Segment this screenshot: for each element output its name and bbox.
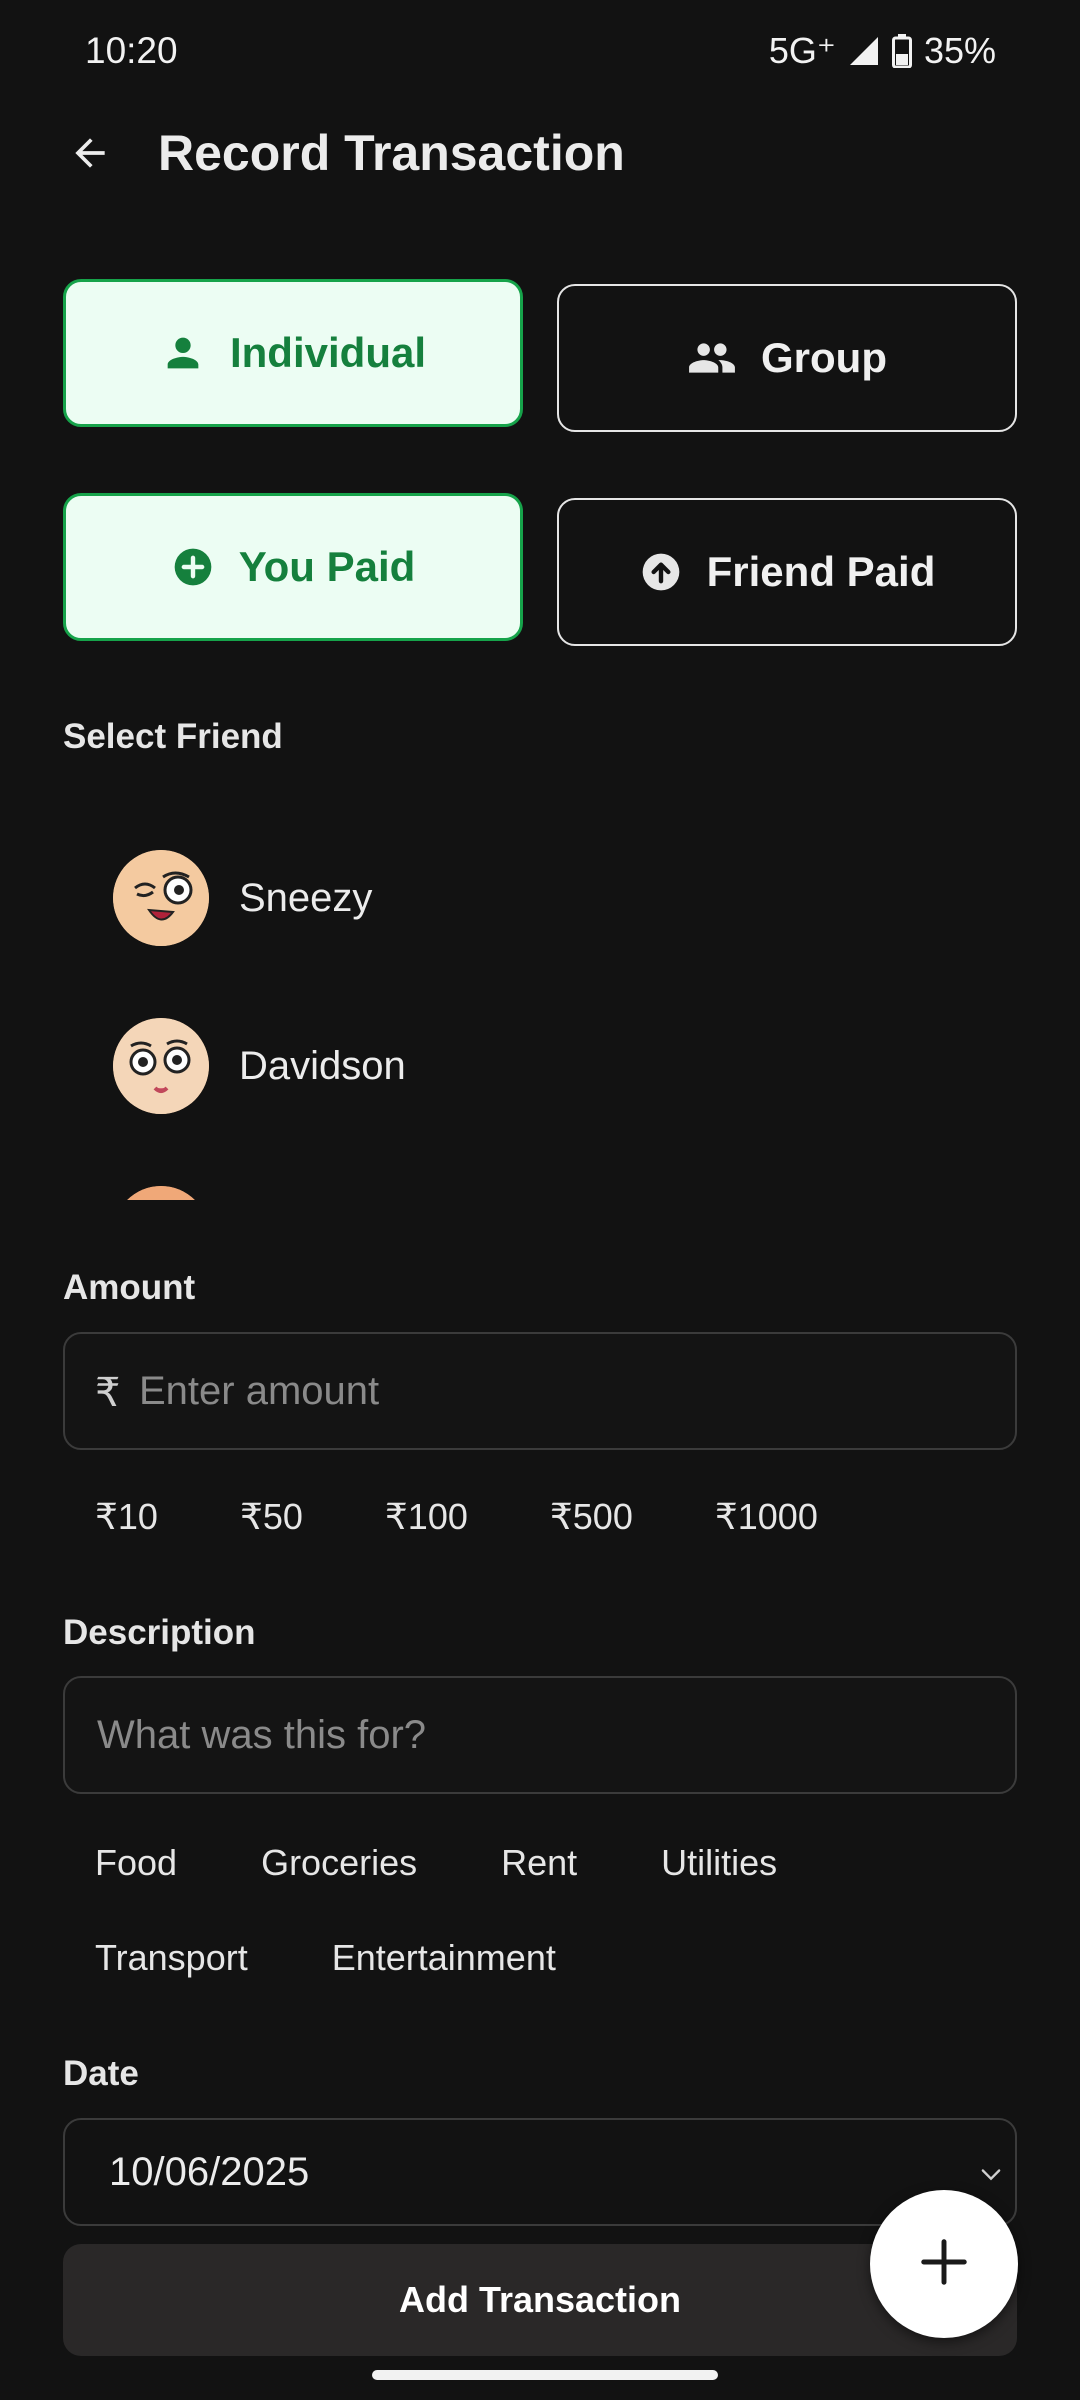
arrow-up-circle-icon bbox=[639, 550, 683, 594]
friend-item[interactable]: Sneezy bbox=[113, 838, 372, 958]
friend-paid-toggle[interactable]: Friend Paid bbox=[557, 498, 1017, 646]
network-label: 5G⁺ bbox=[768, 30, 836, 71]
individual-label: Individual bbox=[229, 329, 426, 376]
quick-amount-chip[interactable]: ₹1000 bbox=[665, 1480, 850, 1554]
friend-name: Davidson bbox=[239, 1043, 406, 1088]
description-suggestions: Food Groceries Rent Utilities bbox=[63, 1826, 809, 1900]
friend-paid-label: Friend Paid bbox=[706, 548, 936, 595]
amount-input[interactable] bbox=[139, 1334, 999, 1448]
avatar bbox=[113, 850, 209, 946]
plus-circle-icon bbox=[171, 545, 215, 589]
individual-toggle[interactable]: Individual bbox=[63, 279, 523, 427]
status-bar: 10:20 5G⁺ 35% bbox=[0, 0, 1080, 100]
person-icon bbox=[160, 330, 206, 376]
group-toggle[interactable]: Group bbox=[557, 284, 1017, 432]
group-icon bbox=[687, 333, 737, 383]
description-input[interactable] bbox=[97, 1678, 997, 1792]
battery-icon bbox=[891, 34, 912, 68]
suggestion-chip[interactable]: Food bbox=[63, 1826, 209, 1900]
friend-list[interactable]: Sneezy Davidson bbox=[63, 790, 1017, 1200]
select-friend-label: Select Friend bbox=[63, 717, 283, 756]
friend-item[interactable]: Davidson bbox=[113, 1006, 406, 1126]
description-suggestions-row2: Transport Entertainment bbox=[63, 1921, 588, 1995]
home-indicator[interactable] bbox=[372, 2370, 718, 2380]
friend-item[interactable] bbox=[113, 1174, 209, 1200]
you-paid-toggle[interactable]: You Paid bbox=[63, 493, 523, 641]
signal-icon bbox=[848, 35, 880, 67]
description-field[interactable] bbox=[63, 1676, 1017, 1794]
currency-symbol: ₹ bbox=[95, 1371, 121, 1415]
quick-amount-chip[interactable]: ₹500 bbox=[500, 1480, 665, 1554]
status-time: 10:20 bbox=[85, 30, 178, 71]
suggestion-chip[interactable]: Transport bbox=[63, 1921, 280, 1995]
battery-percent: 35% bbox=[923, 30, 996, 71]
suggestion-chip[interactable]: Utilities bbox=[629, 1826, 809, 1900]
friend-name: Sneezy bbox=[239, 875, 373, 920]
app-bar: Record Transaction bbox=[0, 110, 1080, 200]
description-label: Description bbox=[63, 1613, 256, 1652]
date-label: Date bbox=[63, 2054, 139, 2093]
date-picker[interactable]: 10/06/2025 bbox=[63, 2118, 1017, 2226]
back-button[interactable] bbox=[55, 120, 125, 190]
amount-field[interactable]: ₹ bbox=[63, 1332, 1017, 1450]
status-indicators: 5G⁺ 35% bbox=[769, 30, 996, 72]
quick-amount-chip[interactable]: ₹100 bbox=[335, 1480, 500, 1554]
plus-icon bbox=[917, 2235, 971, 2294]
page-title: Record Transaction bbox=[158, 125, 625, 181]
you-paid-label: You Paid bbox=[238, 543, 416, 590]
amount-label: Amount bbox=[63, 1268, 196, 1307]
avatar bbox=[113, 1018, 209, 1114]
suggestion-chip[interactable]: Entertainment bbox=[300, 1921, 588, 1995]
avatar bbox=[113, 1186, 209, 1200]
quick-amounts: ₹10 ₹50 ₹100 ₹500 ₹1000 bbox=[63, 1480, 850, 1554]
date-value: 10/06/2025 bbox=[109, 2150, 310, 2194]
quick-amount-chip[interactable]: ₹10 bbox=[63, 1480, 190, 1554]
suggestion-chip[interactable]: Rent bbox=[469, 1826, 609, 1900]
suggestion-chip[interactable]: Groceries bbox=[229, 1826, 449, 1900]
add-fab-button[interactable] bbox=[870, 2190, 1018, 2338]
group-label: Group bbox=[761, 334, 887, 381]
quick-amount-chip[interactable]: ₹50 bbox=[190, 1480, 335, 1554]
back-arrow-icon bbox=[68, 131, 112, 180]
chevron-down-icon bbox=[977, 2160, 1005, 2193]
